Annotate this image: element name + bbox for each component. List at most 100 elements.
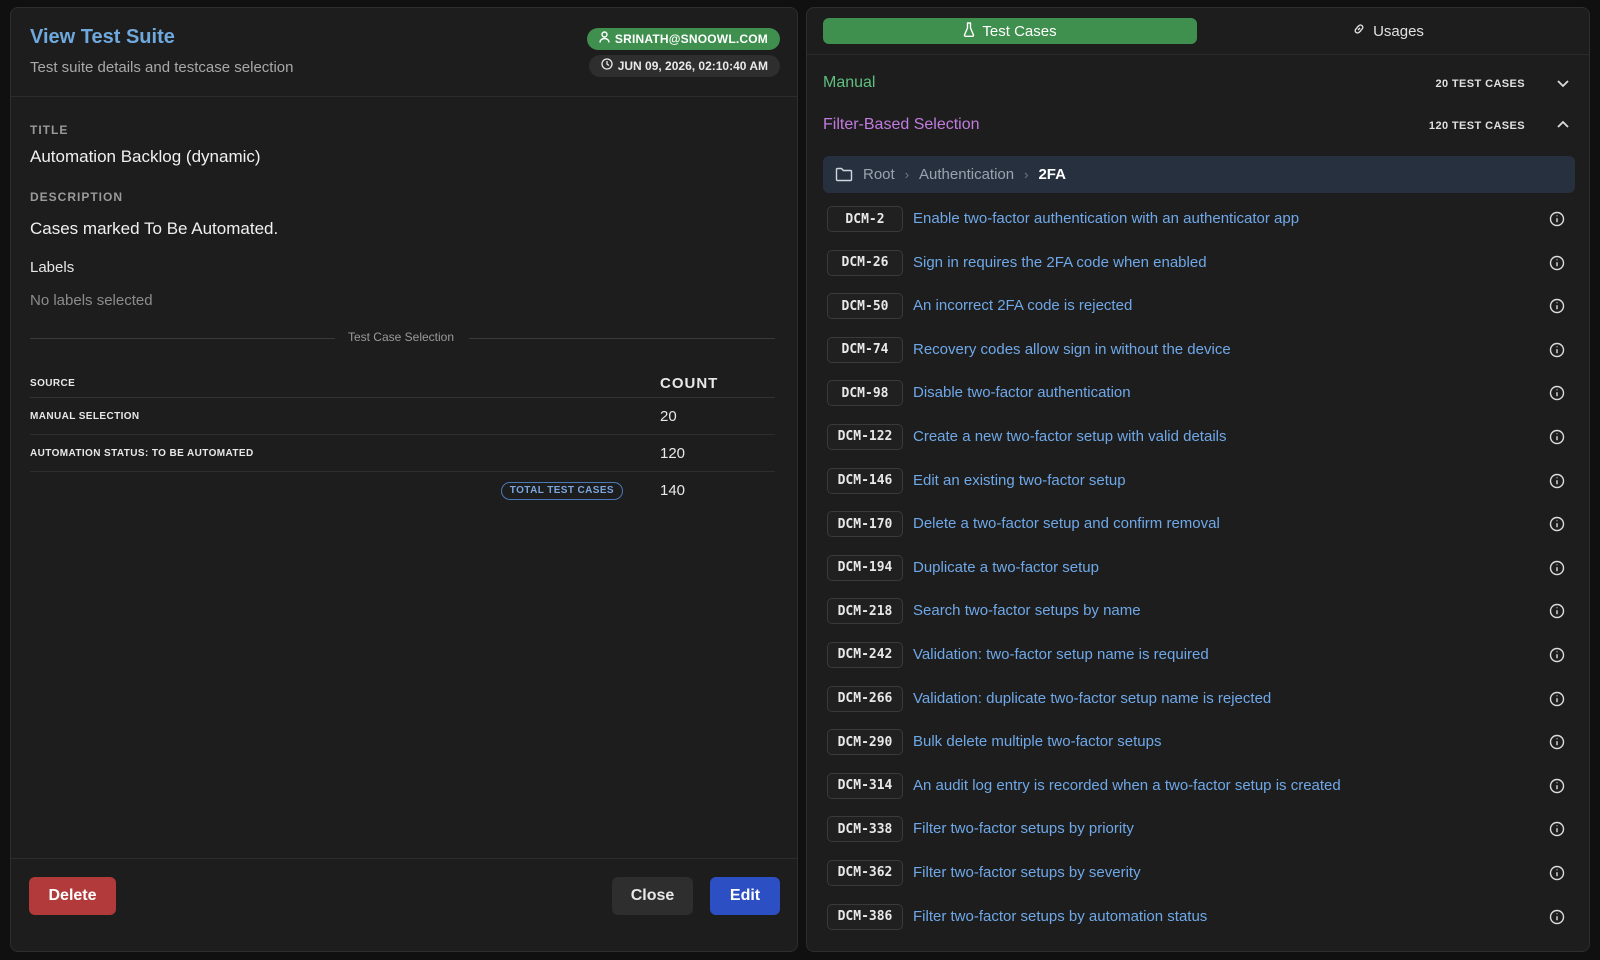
test-case-title-link[interactable]: Duplicate a two-factor setup bbox=[913, 559, 1099, 576]
test-case-title-link[interactable]: Validation: two-factor setup name is req… bbox=[913, 646, 1209, 663]
user-icon bbox=[599, 28, 610, 50]
test-case-title-link[interactable]: Disable two-factor authentication bbox=[913, 384, 1131, 401]
clock-icon bbox=[601, 55, 613, 77]
info-icon[interactable] bbox=[1549, 473, 1565, 489]
list-item[interactable]: DCM-50 An incorrect 2FA code is rejected bbox=[823, 286, 1575, 330]
page-title: View Test Suite bbox=[30, 26, 175, 48]
edit-button[interactable]: Edit bbox=[710, 877, 780, 915]
table-row: MANUAL SELECTION 20 bbox=[30, 398, 775, 435]
manual-section-title: Manual bbox=[823, 74, 876, 91]
info-icon[interactable] bbox=[1549, 647, 1565, 663]
list-item[interactable]: DCM-74 Recovery codes allow sign in witho… bbox=[823, 330, 1575, 374]
chevron-up-icon[interactable] bbox=[1555, 117, 1571, 133]
list-item[interactable]: DCM-290 Bulk delete multiple two-factor s… bbox=[823, 722, 1575, 766]
labels-heading: Labels bbox=[30, 259, 75, 276]
info-icon[interactable] bbox=[1549, 821, 1565, 837]
test-case-title-link[interactable]: An audit log entry is recorded when a tw… bbox=[913, 777, 1341, 794]
test-case-list: DCM-2 Enable two-factor authentication wi… bbox=[823, 199, 1575, 940]
count-cell: 120 bbox=[660, 445, 686, 462]
page-subtitle: Test suite details and testcase selectio… bbox=[30, 59, 294, 76]
tab-test-cases[interactable]: Test Cases bbox=[823, 18, 1197, 44]
list-item[interactable]: DCM-122 Create a new two-factor setup wit… bbox=[823, 417, 1575, 461]
list-item[interactable]: DCM-362 Filter two-factor setups by sever… bbox=[823, 853, 1575, 897]
total-label-badge: TOTAL TEST CASES bbox=[500, 482, 623, 500]
title-value: Automation Backlog (dynamic) bbox=[30, 147, 261, 166]
folder-icon bbox=[835, 167, 853, 182]
test-case-title-link[interactable]: Edit an existing two-factor setup bbox=[913, 472, 1126, 489]
close-button[interactable]: Close bbox=[612, 877, 693, 915]
test-case-id: DCM-242 bbox=[827, 641, 903, 668]
info-icon[interactable] bbox=[1549, 734, 1565, 750]
breadcrumb: Root › Authentication › 2FA bbox=[823, 156, 1575, 193]
tab-usages[interactable]: Usages bbox=[1201, 18, 1575, 44]
test-case-title-link[interactable]: Search two-factor setups by name bbox=[913, 602, 1141, 619]
test-case-id: DCM-338 bbox=[827, 816, 903, 843]
info-icon[interactable] bbox=[1549, 211, 1565, 227]
list-item[interactable]: DCM-98 Disable two-factor authentication bbox=[823, 373, 1575, 417]
info-icon[interactable] bbox=[1549, 516, 1565, 532]
owner-email: SRINATH@SNOOWL.COM bbox=[614, 32, 768, 46]
chevron-right-icon: › bbox=[1024, 167, 1029, 182]
info-icon[interactable] bbox=[1549, 342, 1565, 358]
link-icon bbox=[1352, 22, 1366, 40]
delete-button[interactable]: Delete bbox=[29, 877, 116, 915]
info-icon[interactable] bbox=[1549, 778, 1565, 794]
test-case-title-link[interactable]: Filter two-factor setups by priority bbox=[913, 820, 1134, 837]
test-case-title-link[interactable]: Filter two-factor setups by severity bbox=[913, 864, 1141, 881]
tab-bar: Test Cases Usages bbox=[807, 8, 1589, 55]
tab-label: Test Cases bbox=[982, 22, 1057, 40]
test-case-id: DCM-314 bbox=[827, 772, 903, 799]
list-item[interactable]: DCM-194 Duplicate a two-factor setup bbox=[823, 548, 1575, 592]
selection-divider-label: Test Case Selection bbox=[347, 330, 455, 344]
test-case-id: DCM-98 bbox=[827, 380, 903, 407]
list-item[interactable]: DCM-338 Filter two-factor setups by prior… bbox=[823, 809, 1575, 853]
selection-table: SOURCE COUNT MANUAL SELECTION 20 AUTOMAT… bbox=[30, 365, 775, 509]
filter-section-header[interactable]: Filter-Based Selection 120 TEST CASES bbox=[823, 111, 1575, 141]
chevron-down-icon[interactable] bbox=[1555, 75, 1571, 91]
info-icon[interactable] bbox=[1549, 865, 1565, 881]
info-icon[interactable] bbox=[1549, 298, 1565, 314]
list-item[interactable]: DCM-2 Enable two-factor authentication wi… bbox=[823, 199, 1575, 243]
test-case-id: DCM-146 bbox=[827, 467, 903, 494]
list-item[interactable]: DCM-242 Validation: two-factor setup name… bbox=[823, 635, 1575, 679]
source-cell: AUTOMATION STATUS: TO BE AUTOMATED bbox=[30, 448, 254, 459]
test-case-title-link[interactable]: Validation: duplicate two-factor setup n… bbox=[913, 690, 1271, 707]
test-case-title-link[interactable]: Recovery codes allow sign in without the… bbox=[913, 341, 1231, 358]
test-case-title-link[interactable]: An incorrect 2FA code is rejected bbox=[913, 297, 1132, 314]
test-case-title-link[interactable]: Create a new two-factor setup with valid… bbox=[913, 428, 1226, 445]
owner-badge: SRINATH@SNOOWL.COM bbox=[586, 28, 780, 50]
breadcrumb-item-root[interactable]: Root bbox=[863, 166, 895, 183]
info-icon[interactable] bbox=[1549, 385, 1565, 401]
test-case-title-link[interactable]: Enable two-factor authentication with an… bbox=[913, 210, 1299, 227]
title-label: TITLE bbox=[30, 123, 69, 137]
manual-section-header[interactable]: Manual 20 TEST CASES bbox=[823, 69, 1575, 99]
count-cell: 20 bbox=[660, 408, 677, 425]
table-header: SOURCE COUNT bbox=[30, 365, 775, 398]
list-item[interactable]: DCM-386 Filter two-factor setups by autom… bbox=[823, 897, 1575, 941]
list-item[interactable]: DCM-314 An audit log entry is recorded wh… bbox=[823, 766, 1575, 810]
test-case-id: DCM-194 bbox=[827, 554, 903, 581]
chevron-right-icon: › bbox=[904, 167, 910, 182]
list-item[interactable]: DCM-26 Sign in requires the 2FA code when… bbox=[823, 243, 1575, 287]
test-cases-panel: Test Cases Usages Manual 20 TEST CASES F… bbox=[806, 7, 1590, 952]
test-case-title-link[interactable]: Bulk delete multiple two-factor setups bbox=[913, 733, 1161, 750]
info-icon[interactable] bbox=[1549, 255, 1565, 271]
divider-left bbox=[30, 338, 335, 339]
info-icon[interactable] bbox=[1549, 560, 1565, 576]
list-item[interactable]: DCM-266 Validation: duplicate two-factor … bbox=[823, 679, 1575, 723]
test-case-id: DCM-2 bbox=[827, 206, 903, 232]
info-icon[interactable] bbox=[1549, 429, 1565, 445]
list-item[interactable]: DCM-218 Search two-factor setups by name bbox=[823, 591, 1575, 635]
count-column-header: COUNT bbox=[660, 375, 719, 392]
info-icon[interactable] bbox=[1549, 691, 1565, 707]
total-row: TOTAL TEST CASES 140 bbox=[30, 472, 775, 509]
test-case-title-link[interactable]: Sign in requires the 2FA code when enabl… bbox=[913, 254, 1207, 271]
list-item[interactable]: DCM-146 Edit an existing two-factor setup bbox=[823, 461, 1575, 505]
list-item[interactable]: DCM-170 Delete a two-factor setup and con… bbox=[823, 504, 1575, 548]
test-case-title-link[interactable]: Filter two-factor setups by automation s… bbox=[913, 908, 1207, 925]
test-case-title-link[interactable]: Delete a two-factor setup and confirm re… bbox=[913, 515, 1220, 532]
breadcrumb-item-authentication[interactable]: Authentication bbox=[919, 166, 1014, 183]
info-icon[interactable] bbox=[1549, 603, 1565, 619]
info-icon[interactable] bbox=[1549, 909, 1565, 925]
test-case-id: DCM-290 bbox=[827, 729, 903, 756]
